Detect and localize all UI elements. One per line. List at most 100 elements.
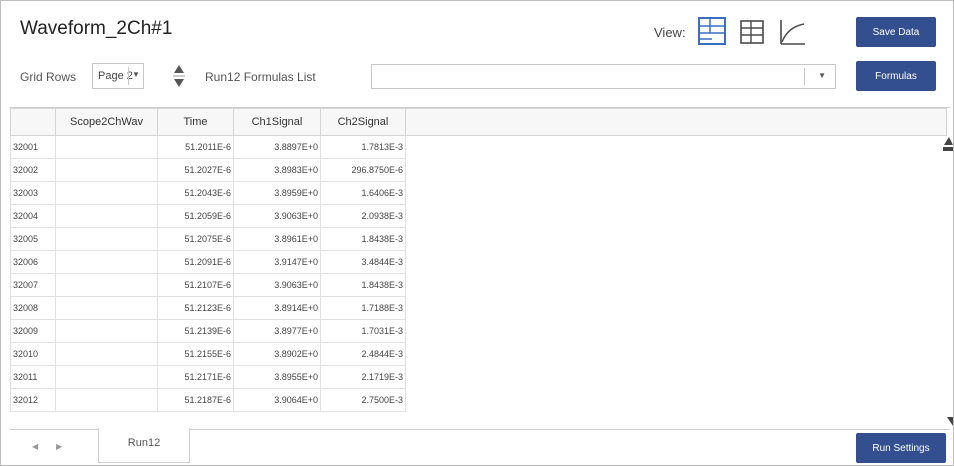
row-number-cell: 32005	[10, 227, 56, 251]
table-cell[interactable]: 3.9064E+0	[233, 388, 321, 412]
table-cell[interactable]	[55, 181, 158, 205]
table-cell[interactable]: 1.8438E-3	[320, 227, 406, 251]
table-row[interactable]: 32001 51.2011E-6 3.8897E+0 1.7813E-3	[10, 135, 947, 159]
table-cell[interactable]: 51.2011E-6	[157, 135, 234, 159]
table-row[interactable]: 32008 51.2123E-6 3.8914E+0 1.7188E-3	[10, 296, 947, 320]
table-row[interactable]: 32007 51.2107E-6 3.9063E+0 1.8438E-3	[10, 273, 947, 297]
table-cell[interactable]: 3.8914E+0	[233, 296, 321, 320]
table-cell[interactable]	[55, 273, 158, 297]
table-cell[interactable]: 3.8955E+0	[233, 365, 321, 389]
column-header-ch2signal[interactable]: Ch2Signal	[320, 108, 406, 136]
empty-cell	[406, 228, 947, 251]
scroll-down-icon	[947, 417, 953, 426]
table-cell[interactable]: 3.8959E+0	[233, 181, 321, 205]
table-cell[interactable]: 51.2059E-6	[157, 204, 234, 228]
grid-rows-label: Grid Rows	[20, 70, 77, 84]
graph-view-icon[interactable]	[774, 15, 808, 49]
row-number-cell: 32004	[10, 204, 56, 228]
table-row[interactable]: 32002 51.2027E-6 3.8983E+0 296.8750E-6	[10, 158, 947, 182]
formulas-list-label: Run12 Formulas List	[205, 70, 316, 84]
table-cell[interactable]: 51.2091E-6	[157, 250, 234, 274]
table-cell[interactable]: 3.9063E+0	[233, 204, 321, 228]
table-cell[interactable]: 3.8902E+0	[233, 342, 321, 366]
formulas-select-divider	[804, 68, 805, 85]
formulas-list-select[interactable]: ▼	[371, 64, 836, 89]
table-cell[interactable]	[55, 158, 158, 182]
chevron-down-icon: ▼	[818, 71, 826, 80]
page-select[interactable]: Page 2 ▼	[92, 63, 144, 89]
formulas-button[interactable]: Formulas	[856, 61, 936, 91]
table-cell[interactable]	[55, 250, 158, 274]
row-number-cell: 32006	[10, 250, 56, 274]
empty-cell	[406, 274, 947, 297]
table-cell[interactable]	[55, 227, 158, 251]
table-cell[interactable]	[55, 296, 158, 320]
table-row[interactable]: 32010 51.2155E-6 3.8902E+0 2.4844E-3	[10, 342, 947, 366]
table-cell[interactable]: 3.4844E-3	[320, 250, 406, 274]
header-row: Scope2ChWav Time Ch1Signal Ch2Signal	[10, 108, 947, 136]
table-cell[interactable]: 1.7813E-3	[320, 135, 406, 159]
run-settings-button[interactable]: Run Settings	[856, 433, 946, 463]
table-cell[interactable]: 2.0938E-3	[320, 204, 406, 228]
table-cell[interactable]: 1.7188E-3	[320, 296, 406, 320]
table-cell[interactable]: 3.9063E+0	[233, 273, 321, 297]
table-cell[interactable]: 51.2123E-6	[157, 296, 234, 320]
table-cell[interactable]: 2.4844E-3	[320, 342, 406, 366]
table-cell[interactable]: 3.8961E+0	[233, 227, 321, 251]
table-cell[interactable]	[55, 204, 158, 228]
table-cell[interactable]: 1.7031E-3	[320, 319, 406, 343]
table-view-icon[interactable]	[735, 15, 769, 49]
table-cell[interactable]: 1.8438E-3	[320, 273, 406, 297]
column-header-empty	[405, 108, 947, 136]
row-number-cell: 32009	[10, 319, 56, 343]
table-cell[interactable]: 3.8977E+0	[233, 319, 321, 343]
notes-view-icon[interactable]	[696, 15, 730, 49]
table-cell[interactable]: 3.8983E+0	[233, 158, 321, 182]
table-row[interactable]: 32011 51.2171E-6 3.8955E+0 2.1719E-3	[10, 365, 947, 389]
table-row[interactable]: 32006 51.2091E-6 3.9147E+0 3.4844E-3	[10, 250, 947, 274]
table-cell[interactable]: 51.2027E-6	[157, 158, 234, 182]
save-data-button[interactable]: Save Data	[856, 17, 936, 47]
table-cell[interactable]: 51.2043E-6	[157, 181, 234, 205]
table-cell[interactable]: 3.9147E+0	[233, 250, 321, 274]
spin-up-icon	[174, 65, 184, 73]
column-header-ch1signal[interactable]: Ch1Signal	[233, 108, 321, 136]
table-cell[interactable]: 296.8750E-6	[320, 158, 406, 182]
column-header-scope2chwav[interactable]: Scope2ChWav	[55, 108, 158, 136]
vertical-scrollbar[interactable]	[943, 137, 953, 427]
table-cell[interactable]	[55, 388, 158, 412]
table-cell[interactable]	[55, 342, 158, 366]
table-cell[interactable]: 3.8897E+0	[233, 135, 321, 159]
table-cell[interactable]: 2.7500E-3	[320, 388, 406, 412]
table-cell[interactable]	[55, 319, 158, 343]
table-row[interactable]: 32004 51.2059E-6 3.9063E+0 2.0938E-3	[10, 204, 947, 228]
table-cell[interactable]	[55, 365, 158, 389]
column-header-time[interactable]: Time	[157, 108, 234, 136]
table-cell[interactable]: 51.2107E-6	[157, 273, 234, 297]
table-cell[interactable]: 51.2155E-6	[157, 342, 234, 366]
table-cell[interactable]: 51.2171E-6	[157, 365, 234, 389]
window-title: Waveform_2Ch#1	[20, 18, 173, 39]
table-cell[interactable]: 51.2187E-6	[157, 388, 234, 412]
data-grid[interactable]: Scope2ChWav Time Ch1Signal Ch2Signal 320…	[10, 107, 950, 430]
table-cell[interactable]: 51.2075E-6	[157, 227, 234, 251]
table-cell[interactable]: 1.6406E-3	[320, 181, 406, 205]
table-row[interactable]: 32012 51.2187E-6 3.9064E+0 2.7500E-3	[10, 388, 947, 412]
table-row[interactable]: 32005 51.2075E-6 3.8961E+0 1.8438E-3	[10, 227, 947, 251]
view-label: View:	[654, 25, 686, 40]
empty-cell	[406, 343, 947, 366]
column-header-row-number[interactable]	[10, 108, 56, 136]
scroll-up-icon	[944, 137, 953, 145]
table-row[interactable]: 32003 51.2043E-6 3.8959E+0 1.6406E-3	[10, 181, 947, 205]
previous-tab-icon[interactable]: ◀	[32, 442, 38, 451]
data-table: Scope2ChWav Time Ch1Signal Ch2Signal 320…	[10, 108, 947, 412]
table-cell[interactable]: 2.1719E-3	[320, 365, 406, 389]
next-tab-icon[interactable]: ▶	[56, 442, 62, 451]
table-row[interactable]: 32009 51.2139E-6 3.8977E+0 1.7031E-3	[10, 319, 947, 343]
row-number-cell: 32010	[10, 342, 56, 366]
table-cell[interactable]: 51.2139E-6	[157, 319, 234, 343]
page-spinner[interactable]	[172, 61, 186, 91]
tab-run12[interactable]: Run12	[98, 428, 190, 463]
row-number-cell: 32012	[10, 388, 56, 412]
table-cell[interactable]	[55, 135, 158, 159]
